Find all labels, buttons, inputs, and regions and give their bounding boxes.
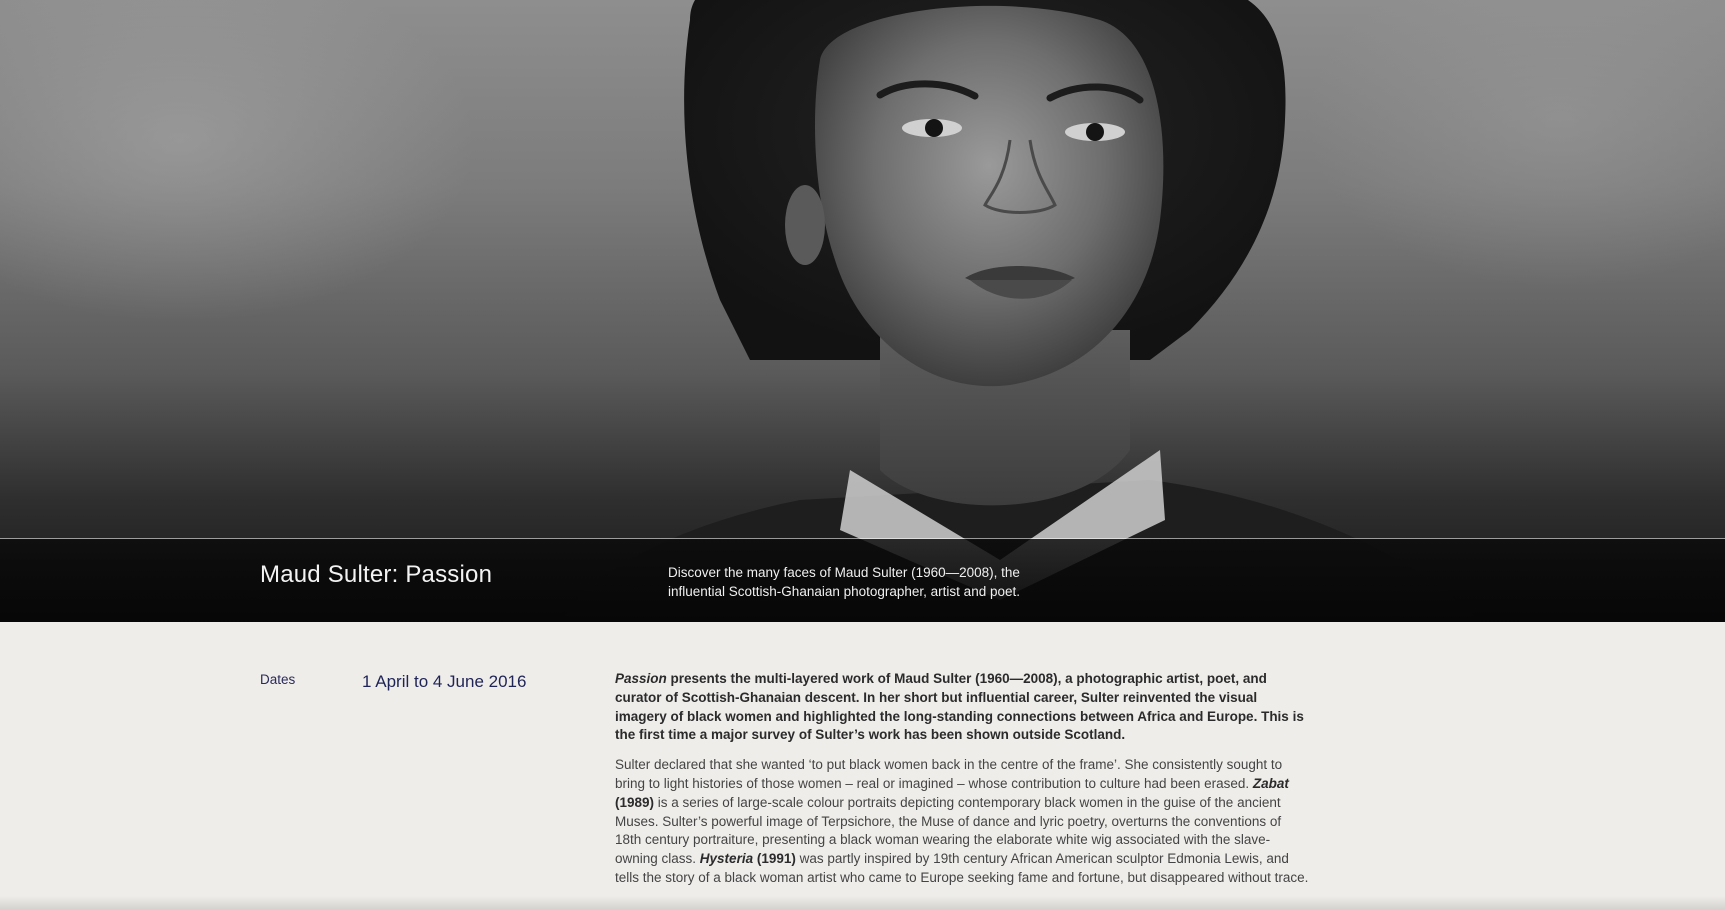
artwork-zabat: Zabat [1252, 775, 1289, 791]
hero-description: Discover the many faces of Maud Sulter (… [668, 565, 1020, 599]
exhibition-text: Passion presents the multi-layered work … [615, 670, 1309, 888]
page-title: Maud Sulter: Passion [260, 561, 493, 588]
intro-text: presents the multi-layered work of Maud … [615, 671, 1304, 743]
hero-image: Maud Sulter: Passion Discover the many f… [0, 0, 1725, 622]
portrait-illustration [560, 0, 1480, 622]
dates-value: 1 April to 4 June 2016 [362, 672, 527, 691]
artwork-zabat-year: (1989) [615, 794, 655, 810]
artwork-hysteria-year: (1991) [753, 851, 796, 867]
intro-paragraph: Passion presents the multi-layered work … [615, 670, 1309, 745]
intro-title-em: Passion [615, 671, 667, 686]
dates-label: Dates [260, 672, 296, 687]
artwork-hysteria: Hysteria [699, 851, 754, 867]
exhibition-content: Dates 1 April to 4 June 2016 Passion pre… [0, 622, 1725, 910]
exhibition-page: Maud Sulter: Passion Discover the many f… [0, 0, 1725, 910]
paragraph-text-1: Sulter declared that she wanted ‘to put … [615, 757, 1283, 791]
bottom-fade [0, 896, 1725, 910]
body-paragraph: Sulter declared that she wanted ‘to put … [615, 756, 1309, 888]
